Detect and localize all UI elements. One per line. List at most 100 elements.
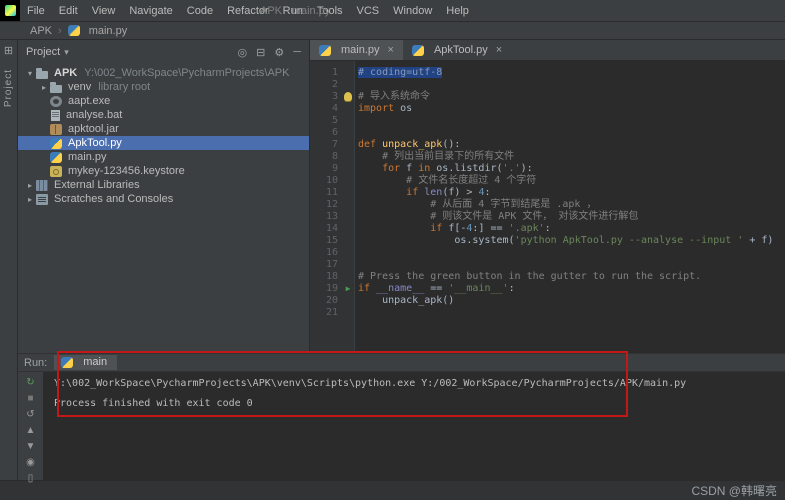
line-number: 12 (325, 199, 338, 210)
menu-navigate[interactable]: Navigate (122, 5, 179, 17)
tree-item-apktool-jar[interactable]: apktool.jar (18, 122, 309, 136)
menu-window[interactable]: Window (386, 5, 439, 17)
menu-tools[interactable]: Tools (310, 5, 350, 17)
tree-item-scratches-and-consoles[interactable]: ▸ Scratches and Consoles (18, 192, 309, 206)
tree-item-label: apktool.jar (68, 123, 119, 135)
gutter-marker-area (342, 271, 354, 283)
code-line[interactable]: 15 os.system('python ApkTool.py --analys… (310, 235, 785, 247)
run-gutter-icon[interactable]: ▶ (346, 283, 351, 295)
project-panel-title[interactable]: Project (26, 46, 60, 58)
code-line[interactable]: 10 # 文件名长度超过 4 个字符 (310, 175, 785, 187)
menu-edit[interactable]: Edit (52, 5, 85, 17)
clear-console-icon[interactable]: ▯ (23, 472, 39, 485)
code-line[interactable]: 17 (310, 259, 785, 271)
line-number: 19 (325, 283, 338, 294)
code-line[interactable]: 3 # 导入系统命令 (310, 91, 785, 103)
run-panel-header: Run: main (18, 354, 785, 372)
intention-bulb-icon[interactable] (344, 92, 352, 101)
gutter-marker-area (342, 151, 354, 163)
menu-vcs[interactable]: VCS (350, 5, 387, 17)
tree-item-aapt-exe[interactable]: aapt.exe (18, 94, 309, 108)
code-line[interactable]: 4 import os (310, 103, 785, 115)
tool-windows-icon[interactable]: ⊞ (4, 44, 13, 57)
code-line[interactable]: 8 # 列出当前目录下的所有文件 (310, 151, 785, 163)
editor-area[interactable]: main.py × ApkTool.py × 1 # coding=utf-8 2 3 # 导… (310, 40, 785, 353)
menu-run[interactable]: Run (276, 5, 310, 17)
line-number: 20 (325, 295, 338, 306)
pin-icon[interactable]: ◉ (23, 456, 39, 469)
hide-panel-icon[interactable]: ─ (293, 46, 301, 59)
code-line[interactable]: 13 # 则该文件是 APK 文件， 对该文件进行解包 (310, 211, 785, 223)
code-line-text: # coding=utf-8 (358, 67, 443, 78)
collapse-all-icon[interactable]: ⊟ (256, 46, 265, 59)
tree-item-label: venv (68, 81, 92, 93)
menu-help[interactable]: Help (439, 5, 476, 17)
expand-toggle-icon[interactable]: ▸ (24, 195, 36, 204)
code-line[interactable]: 5 (310, 115, 785, 127)
gutter-marker-area (342, 235, 354, 247)
code-line[interactable]: 9 for f in os.listdir('.'): (310, 163, 785, 175)
expand-toggle-icon[interactable]: ▸ (24, 181, 36, 190)
restore-layout-icon[interactable]: ↺ (23, 408, 39, 421)
tree-item-external-libraries[interactable]: ▸ External Libraries (18, 178, 309, 192)
line-number: 16 (325, 247, 338, 258)
down-stack-trace-icon[interactable]: ▼ (23, 440, 39, 453)
code-line[interactable]: 16 (310, 247, 785, 259)
menu-code[interactable]: Code (180, 5, 220, 17)
code-line-text: if f[-4:] == '.apk': (430, 223, 551, 234)
project-tool-window-button[interactable]: Project (3, 69, 14, 107)
up-stack-trace-icon[interactable]: ▲ (23, 424, 39, 437)
code-line-text: if __name__ == '__main__': (358, 283, 515, 294)
tree-item-analyse-bat[interactable]: analyse.bat (18, 108, 309, 122)
locate-file-icon[interactable]: ◎ (238, 46, 248, 59)
tree-item-apktool-py[interactable]: ApkTool.py (18, 136, 309, 150)
run-tab-main[interactable]: main (54, 355, 118, 370)
editor-tab-apktool-py[interactable]: ApkTool.py × (403, 40, 511, 60)
tree-item-apk[interactable]: ▾ APK Y:\002_WorkSpace\PycharmProjects\APK (18, 66, 309, 80)
menu-refactor[interactable]: Refactor (220, 5, 276, 17)
code-line[interactable]: 19 ▶ if __name__ == '__main__': (310, 283, 785, 295)
expand-toggle-icon[interactable]: ▾ (24, 69, 36, 78)
gutter-marker-area (342, 307, 354, 319)
menu-view[interactable]: View (85, 5, 123, 17)
breadcrumb-item-apk[interactable]: APK (28, 25, 54, 37)
breadcrumb: APK › main.py (0, 22, 785, 40)
line-number: 3 (331, 91, 338, 102)
tree-item-mykey-123456-keystore[interactable]: mykey-123456.keystore (18, 164, 309, 178)
code-line[interactable]: 12 # 从后面 4 字节到结尾是 .apk ， (310, 199, 785, 211)
code-editor[interactable]: 1 # coding=utf-8 2 3 # 导入系统命令 4 import os 5 6 7 de… (310, 61, 785, 353)
tree-item-main-py[interactable]: main.py (18, 150, 309, 164)
editor-tab-main-py[interactable]: main.py × (310, 40, 403, 60)
console-line: Process finished with exit code 0 (54, 398, 253, 409)
line-number: 9 (331, 163, 338, 174)
rerun-icon[interactable]: ↻ (23, 376, 39, 389)
console-output[interactable]: Y:\002_WorkSpace\PycharmProjects\APK\ven… (44, 372, 785, 480)
gutter-marker-area (342, 127, 354, 139)
settings-gear-icon[interactable]: ⚙ (274, 46, 284, 59)
code-line[interactable]: 18 # Press the green button in the gutter… (310, 271, 785, 283)
menu-file[interactable]: File (20, 5, 52, 17)
code-line[interactable]: 1 # coding=utf-8 (310, 67, 785, 79)
code-line[interactable]: 21 (310, 307, 785, 319)
code-line[interactable]: 14 if f[-4:] == '.apk': (310, 223, 785, 235)
close-tab-icon[interactable]: × (496, 44, 502, 56)
project-panel: Project ▾ ◎ ⊟ ⚙ ─ ▾ APK Y:\002_WorkSpace\Pych… (18, 40, 310, 353)
chevron-down-icon[interactable]: ▾ (64, 47, 69, 58)
expand-toggle-icon[interactable]: ▸ (38, 83, 50, 92)
code-line[interactable]: 2 (310, 79, 785, 91)
gutter-marker-area (342, 103, 354, 115)
code-line[interactable]: 7 def unpack_apk(): (310, 139, 785, 151)
code-line[interactable]: 20 unpack_apk() (310, 295, 785, 307)
jar-icon (50, 123, 62, 135)
code-line[interactable]: 6 (310, 127, 785, 139)
breadcrumb-item-main-py[interactable]: main.py (66, 25, 130, 37)
close-tab-icon[interactable]: × (388, 44, 394, 56)
code-line-text: if len(f) > 4: (406, 187, 491, 198)
code-line[interactable]: 11 if len(f) > 4: (310, 187, 785, 199)
tree-item-label: analyse.bat (66, 109, 123, 121)
tree-item-venv[interactable]: ▸ venv library root (18, 80, 309, 94)
stop-icon[interactable]: ■ (23, 392, 39, 405)
tab-label: ApkTool.py (433, 44, 488, 56)
